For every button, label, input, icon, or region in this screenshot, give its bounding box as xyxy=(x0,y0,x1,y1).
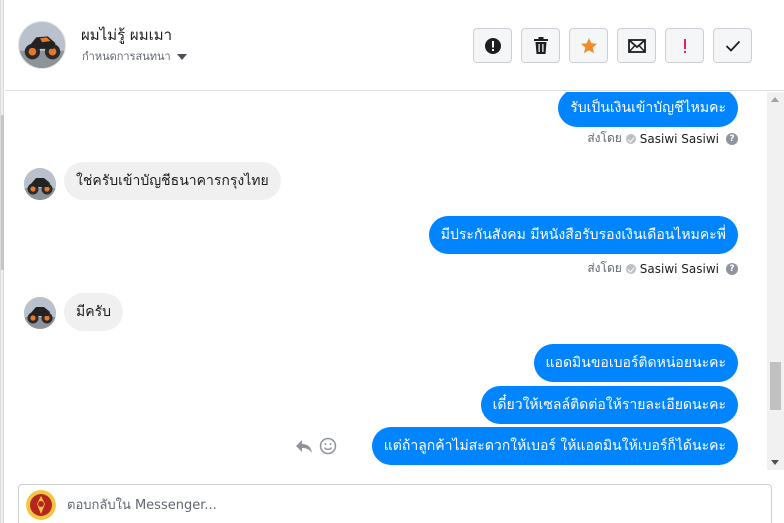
motorcycle-avatar-icon xyxy=(19,22,65,68)
thread-scrollbar[interactable] xyxy=(767,92,784,470)
envelope-icon xyxy=(627,38,646,53)
exclamation-icon xyxy=(683,38,686,53)
sent-by-label: ส่งโดย xyxy=(587,261,622,275)
outgoing-message[interactable]: แอดมินขอเบอร์ติดหน่อยนะคะ xyxy=(533,344,738,382)
verified-check-icon xyxy=(625,263,636,274)
incoming-message[interactable]: มีครับ xyxy=(64,293,123,331)
scroll-down-icon[interactable] xyxy=(771,460,779,465)
outgoing-message[interactable]: เดี๋ยวให้เซลล์ติดต่อให้รายละเอียดนะคะ xyxy=(480,386,738,424)
left-scrollbar[interactable] xyxy=(1,0,4,523)
star-icon xyxy=(580,37,597,53)
mark-spam-button[interactable] xyxy=(473,28,512,63)
help-icon[interactable]: ? xyxy=(726,262,738,275)
conversation-header: ผมไม่รู้ ผมเมา กำหนดการสนทนา xyxy=(5,0,784,91)
conversation-toolbar xyxy=(473,28,752,63)
reply-input[interactable] xyxy=(67,493,747,517)
message-actions xyxy=(295,437,337,455)
schedule-dropdown[interactable]: กำหนดการสนทนา xyxy=(82,47,187,65)
star-button[interactable] xyxy=(569,28,608,63)
scroll-up-icon[interactable] xyxy=(771,97,779,102)
page-logo-icon xyxy=(26,490,56,520)
sent-by-row: ส่งโดย Sasiwi Sasiwi ? xyxy=(587,259,738,278)
sender-name: Sasiwi Sasiwi xyxy=(639,131,719,146)
exclamation-circle-icon xyxy=(484,37,501,54)
mark-done-button[interactable] xyxy=(713,28,752,63)
contact-name: ผมไม่รู้ ผมเมา xyxy=(81,26,173,44)
scrollbar-thumb[interactable] xyxy=(770,362,781,410)
reply-composer xyxy=(18,484,772,523)
messenger-conversation-panel: ผมไม่รู้ ผมเมา กำหนดการสนทนา รับเป็นเงิน… xyxy=(0,0,784,523)
sent-by-row: ส่งโดย Sasiwi Sasiwi ? xyxy=(587,129,738,148)
message-thread[interactable]: รับเป็นเงินเข้าบัญชีไหมคะ ส่งโดย Sasiwi … xyxy=(5,92,767,470)
help-icon[interactable]: ? xyxy=(726,132,738,145)
emoji-reaction-icon[interactable] xyxy=(319,437,337,455)
contact-avatar-small[interactable] xyxy=(24,297,56,329)
mark-unread-button[interactable] xyxy=(617,28,656,63)
contact-avatar[interactable] xyxy=(18,21,66,69)
sender-name: Sasiwi Sasiwi xyxy=(639,261,719,276)
schedule-label: กำหนดการสนทนา xyxy=(82,50,171,63)
motorcycle-avatar-icon xyxy=(24,297,56,329)
trash-icon xyxy=(533,36,548,54)
contact-avatar-small[interactable] xyxy=(24,168,56,200)
priority-button[interactable] xyxy=(665,28,704,63)
reply-icon[interactable] xyxy=(295,438,313,454)
verified-check-icon xyxy=(625,133,636,144)
left-scrollbar-thumb[interactable] xyxy=(1,115,4,270)
outgoing-message[interactable]: รับเป็นเงินเข้าบัญชีไหมคะ xyxy=(558,92,738,127)
outgoing-message[interactable]: มีประกันสังคม มีหนังสือรับรองเงินเดือนไห… xyxy=(428,216,738,254)
incoming-message[interactable]: ใช่ครับเข้าบัญชีธนาคารกรุงไทย xyxy=(64,162,281,200)
page-avatar xyxy=(26,490,56,520)
check-icon xyxy=(725,40,740,52)
motorcycle-avatar-icon xyxy=(24,168,56,200)
sent-by-label: ส่งโดย xyxy=(587,131,622,145)
delete-button[interactable] xyxy=(521,28,560,63)
outgoing-message[interactable]: แต่ถ้าลูกค้าไม่สะดวกให้เบอร์ ให้แอดมินให… xyxy=(371,427,738,465)
caret-down-icon xyxy=(176,53,187,60)
